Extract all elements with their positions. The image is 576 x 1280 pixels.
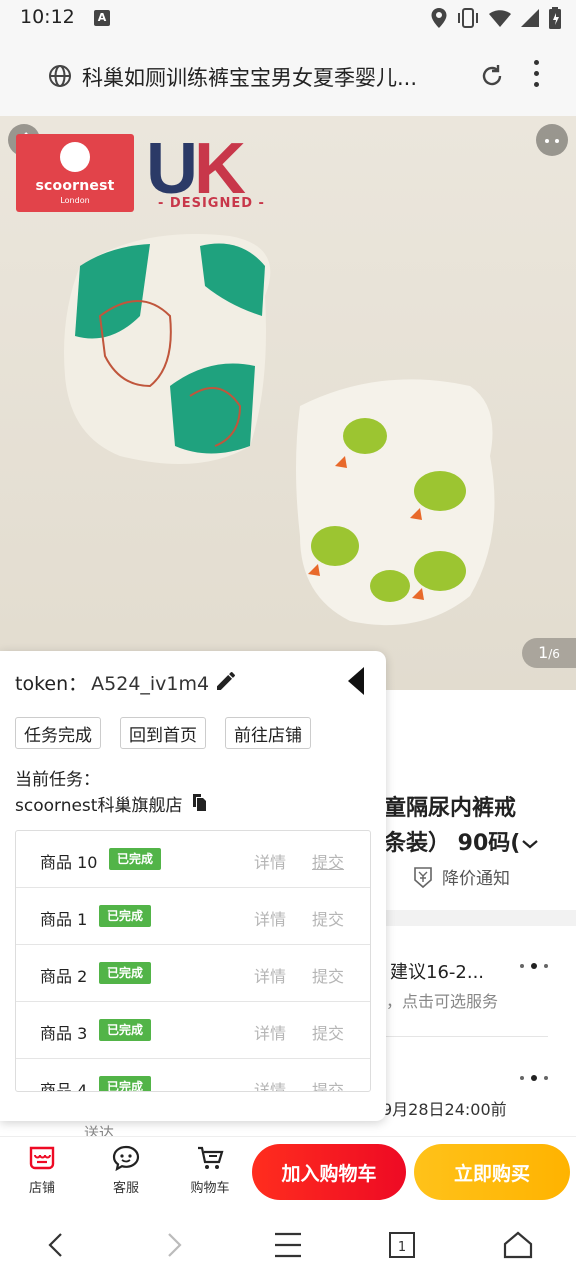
task-name: 商品 3 [40,1024,88,1043]
submit-link[interactable]: 提交 [312,1020,344,1044]
svg-text:1: 1 [398,1240,406,1255]
task-name: 商品 10 [40,853,98,872]
price-notice-label: 降价通知 [442,869,510,889]
edit-icon[interactable] [214,669,238,693]
status-icons [430,6,562,30]
shop-button[interactable]: 店铺 [12,1143,72,1196]
browser-menu-icon[interactable] [528,60,544,92]
current-task-label: 当前任务： [15,770,100,790]
task-name: 商品 2 [40,967,88,986]
current-task-shop: scoornest科巢旗舰店 [15,796,183,816]
submit-link[interactable]: 提交 [312,1077,344,1091]
detail-link[interactable]: 详情 [254,906,286,930]
detail-link[interactable]: 详情 [254,849,286,873]
add-to-cart-button[interactable]: 加入购物车 [252,1144,406,1200]
vibrate-icon [458,8,478,28]
reload-icon[interactable] [478,62,506,90]
back-icon[interactable] [36,1228,76,1262]
delivery-deadline: 9月28日24:00前 [382,1100,507,1119]
task-row: 商品 2 已完成 详情 提交 [16,945,370,1002]
divider [386,1036,548,1037]
back-home-button[interactable]: 回到首页 [120,717,206,749]
task-name: 商品 1 [40,910,88,929]
more-icon[interactable] [536,124,568,156]
submit-link[interactable]: 提交 [312,963,344,987]
submit-link[interactable]: 提交 [312,849,344,873]
address-bar[interactable]: 科巢如厕训练裤宝宝男女夏季婴儿... [36,48,504,102]
detail-link[interactable]: 详情 [254,1020,286,1044]
service-hint: ，点击可选服务 [386,992,499,1011]
detail-link[interactable]: 详情 [254,963,286,987]
cart-label: 购物车 [190,1181,230,1196]
action-bar: 店铺 客服 购物车 加入购物车 立即购买 [0,1136,576,1208]
token-label: token： [15,673,88,695]
designed-label: - DESIGNED - [158,196,265,211]
browser-toolbar: 科巢如厕训练裤宝宝男女夏季婴儿... [0,36,576,116]
status-badge: 已完成 [99,1019,152,1041]
shop-icon [29,1146,55,1170]
task-row: 商品 4 已完成 详情 提交 [16,1059,370,1092]
cart-icon [198,1146,224,1169]
task-list: 商品 10 已完成 详情 提交 商品 1 已完成 详情 提交 商品 2 已完成 … [15,830,371,1092]
product-image[interactable]: scoornest London UK - DESIGNED - 1/6 [0,116,576,690]
shop-label: 店铺 [28,1181,55,1196]
size-suggestion[interactable]: 建议16-2... [390,958,484,984]
status-badge: 已完成 [109,848,162,870]
status-bar: 10:12 A [0,0,576,36]
home-icon[interactable] [498,1228,538,1262]
notification-icon: A [94,10,110,26]
brand-sub: London [60,196,90,205]
cart-button[interactable]: 购物车 [180,1143,240,1196]
service-label: 客服 [112,1181,139,1196]
product-title-line2: 条装） 90码( [384,825,540,857]
url-title: 科巢如厕训练裤宝宝男女夏季婴儿... [82,66,418,90]
status-time: 10:12 [20,6,75,28]
browser-nav-bar: 1 [0,1208,576,1280]
status-badge: 已完成 [99,1076,152,1091]
globe-icon [49,65,71,87]
more-options-icon[interactable] [520,1074,548,1082]
menu-icon[interactable] [268,1228,308,1262]
product-title-line1: 童隔尿内裤戒 [384,796,517,821]
chat-icon [112,1145,140,1172]
brand-logo: scoornest London [16,134,134,212]
chevron-down-icon[interactable] [520,837,540,851]
go-to-shop-button[interactable]: 前往店铺 [225,717,311,749]
service-button[interactable]: 客服 [96,1143,156,1196]
collapse-panel-icon[interactable] [348,667,364,695]
signal-icon [521,9,539,27]
tabs-icon[interactable]: 1 [382,1228,422,1262]
battery-icon [549,7,561,29]
status-badge: 已完成 [99,905,152,927]
detail-link[interactable]: 详情 [254,1077,286,1091]
task-panel: token： A524_iv1m4 任务完成 回到首页 前往店铺 当前任务： sc… [0,651,386,1121]
more-options-icon[interactable] [520,962,548,970]
brand-name: scoornest [35,178,115,194]
token-row: token： A524_iv1m4 [15,669,209,696]
image-counter: 1/6 [522,638,576,668]
location-icon [431,8,447,28]
wifi-icon [489,10,511,27]
copy-icon[interactable] [189,792,209,812]
forward-icon[interactable] [154,1228,194,1262]
status-badge: 已完成 [99,962,152,984]
token-value: A524_iv1m4 [91,673,210,695]
buy-now-button[interactable]: 立即购买 [414,1144,570,1200]
submit-link[interactable]: 提交 [312,906,344,930]
task-row: 商品 10 已完成 详情 提交 [16,831,370,888]
price-notice-button[interactable]: 降价通知 [412,864,510,889]
task-name: 商品 4 [40,1081,88,1092]
task-complete-button[interactable]: 任务完成 [15,717,101,749]
price-tag-icon [414,866,432,888]
brand-mark-icon [60,142,90,172]
task-row: 商品 3 已完成 详情 提交 [16,1002,370,1059]
task-row: 商品 1 已完成 详情 提交 [16,888,370,945]
